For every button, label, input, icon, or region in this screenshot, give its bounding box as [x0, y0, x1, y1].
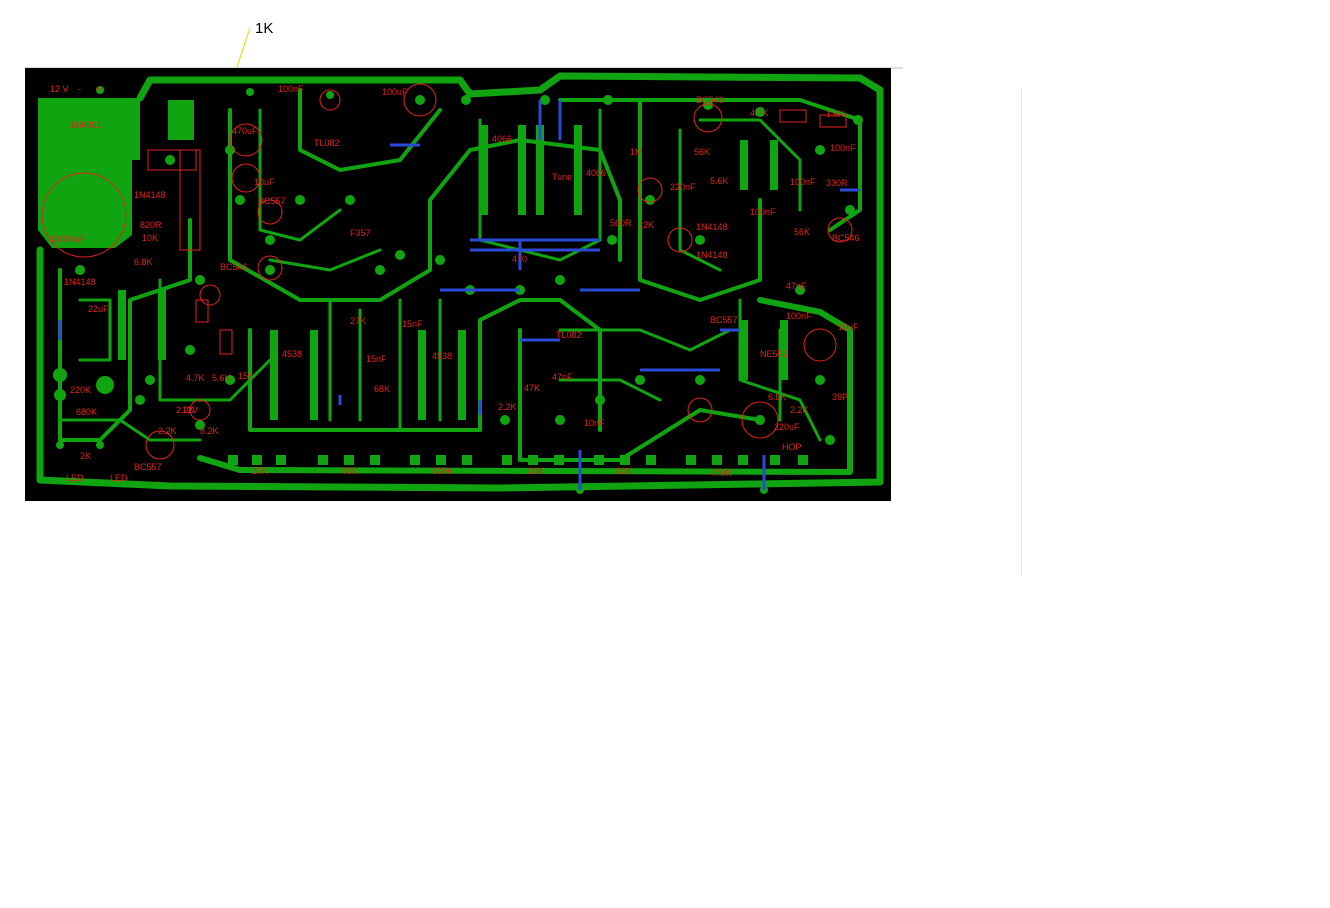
label-tl082-b: TL082	[556, 330, 582, 340]
label-led-b: LED	[110, 473, 128, 483]
label-10uf-b: 10uF	[838, 322, 859, 332]
label-330r: 330R	[826, 178, 848, 188]
label-15nf-a: 15nF	[366, 354, 387, 364]
label-f357: F357	[350, 228, 371, 238]
callout-label: 1K	[255, 20, 273, 37]
label-470: 470	[512, 254, 527, 264]
label-1m: 1M	[630, 147, 643, 157]
label-ne555: NE555	[760, 349, 788, 359]
label-1-6k: 1.6K	[826, 109, 845, 119]
label-6-8k-a: 6.8K	[134, 257, 153, 267]
label-220k: 220K	[70, 385, 91, 395]
label-39p: 39P	[832, 392, 848, 402]
label-100uf-a: 100uF	[382, 87, 408, 97]
label-4-7k-a: 4.7K	[750, 108, 769, 118]
label-1n4148-d: 1N4148	[64, 277, 96, 287]
label-1n4148-c: 1N4148	[696, 250, 728, 260]
pcb-board	[25, 68, 891, 501]
label-1n4148-a: 1N4148	[134, 190, 166, 200]
label-1n4148-b: 1N4148	[696, 222, 728, 232]
label-10000uf: 10000uF	[50, 234, 86, 244]
label-4066-a: 4066	[492, 134, 512, 144]
label-100nf-c: 100nF	[790, 177, 816, 187]
label-12v: 12 V	[50, 84, 69, 94]
label-680k: 680K	[76, 407, 97, 417]
label-10k-a: 10K	[142, 233, 158, 243]
label-56k-a: 56K	[694, 147, 710, 157]
label-68k: 68K	[374, 384, 390, 394]
label-2-2k-d: 2.2K	[158, 426, 177, 436]
label-100nf-a: 100nF	[278, 84, 304, 94]
label-27k: 27K	[350, 316, 366, 326]
label-47k: 47K	[524, 383, 540, 393]
label-plus: +	[96, 84, 101, 94]
label-10nf: 10nF	[584, 418, 605, 428]
label-470uf: 470uF	[232, 126, 258, 136]
label-2-2k-a: 2.2K	[790, 405, 809, 415]
label-minus: -	[78, 84, 81, 94]
label-22k-a: 22K	[638, 220, 654, 230]
label-10uf-a: 10uF	[254, 177, 275, 187]
label-12v-b: 12V	[182, 405, 198, 415]
copper-pour-2	[168, 100, 194, 140]
label-500k: 500K	[432, 466, 453, 476]
label-4538-b: 4538	[432, 351, 452, 361]
label-220nf: 220nF	[670, 182, 696, 192]
label-47nf-a: 47nF	[786, 281, 807, 291]
label-100nf-d: 100nF	[750, 207, 776, 217]
label-4538-a: 4538	[282, 349, 302, 359]
label-15nf-b: 15nF	[402, 319, 423, 329]
label-100nf-e: 100nF	[786, 311, 812, 321]
label-220uf: 220uF	[774, 422, 800, 432]
pcb-layout-view: 1K 12 V - + 1N4001 10000uF 1N4148 820R 1…	[25, 20, 903, 501]
label-15k: 15K	[238, 371, 254, 381]
label-56k-b: 56K	[794, 227, 810, 237]
label-8-2k: 8.2K	[200, 426, 219, 436]
label-bc557-b: BC557	[710, 315, 738, 325]
label-6-8k-b: 6.8K	[768, 392, 787, 402]
label-bc557-a: BC557	[258, 196, 286, 206]
label-2-2k-c: 2.2K	[498, 402, 517, 412]
label-10k-b: 10K	[528, 466, 544, 476]
label-bc546-b: BC546	[832, 233, 860, 243]
label-2k: 2K	[80, 451, 91, 461]
label-bc546-a: BC546	[696, 95, 724, 105]
label-tune: Tune	[552, 172, 572, 182]
label-bc557-c: BC557	[134, 462, 162, 472]
label-5-6k-b: 5.6K	[212, 373, 231, 383]
label-100nf-b: 100nF	[830, 143, 856, 153]
label-4-7k-b: 4.7K	[186, 373, 205, 383]
label-560r: 560R	[610, 218, 632, 228]
label-bc546-c: BC546	[220, 262, 248, 272]
label-50k: 50K	[342, 466, 358, 476]
label-22uf: 22uF	[88, 304, 109, 314]
label-led-a: LED	[66, 473, 84, 483]
label-47nf-b: 47nF	[552, 372, 573, 382]
label-820r: 820R	[140, 220, 162, 230]
label-1n4001: 1N4001	[70, 120, 102, 130]
label-20k: 20K	[252, 466, 268, 476]
label-hop: HOP	[782, 442, 802, 452]
label-10k-c: 10K	[616, 466, 632, 476]
label-tl082-a: TL082	[314, 138, 340, 148]
label-470r: 470R	[710, 468, 732, 478]
label-4066-b: 4066	[586, 168, 606, 178]
label-5-6k-a: 5.6K	[710, 176, 729, 186]
